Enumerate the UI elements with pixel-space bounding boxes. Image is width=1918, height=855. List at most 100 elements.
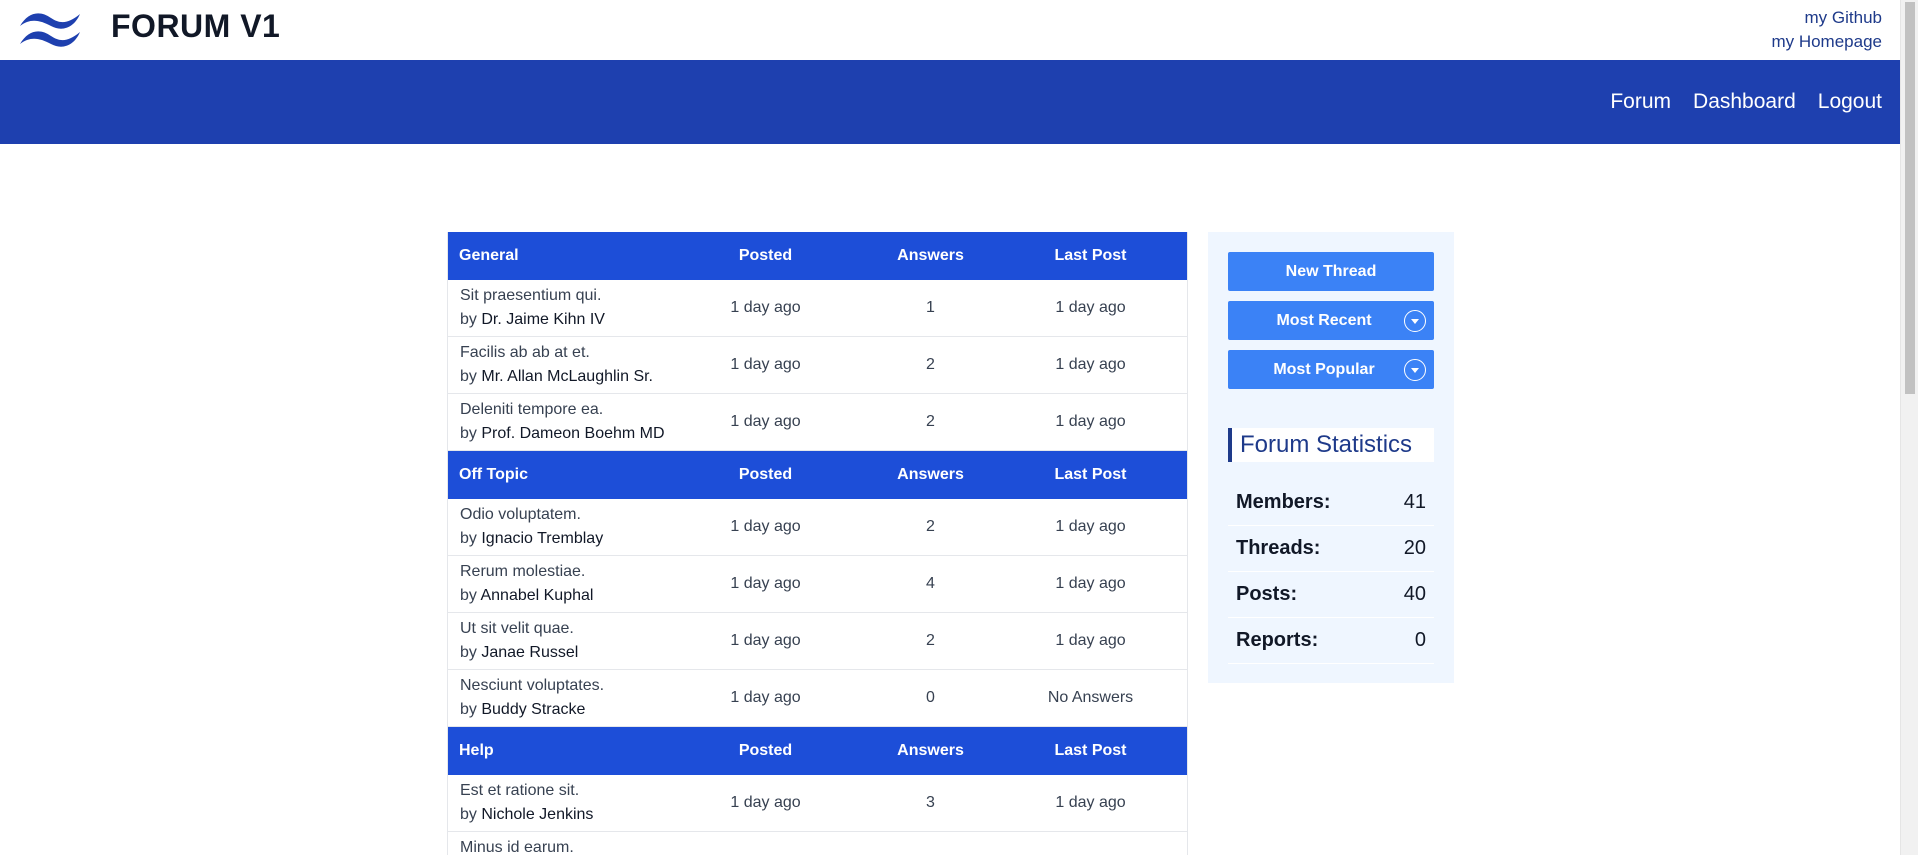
external-links: my Github my Homepage [1771,6,1882,54]
thread-author[interactable]: Nichole Jenkins [481,806,593,823]
thread-byline: by Nichole Jenkins [460,803,698,827]
stat-members: Members: 41 [1228,480,1434,526]
stat-reports: Reports: 0 [1228,618,1434,664]
thread-cell: Deleniti tempore ea. by Prof. Dameon Boe… [448,398,698,446]
thread-cell: Ut sit velit quae. by Janae Russel [448,617,698,665]
column-posted: Posted [738,247,793,264]
thread-author[interactable]: Annabel Kuphal [480,587,593,604]
thread-last-post: 1 day ago [1055,632,1126,649]
site-title[interactable]: FORUM V1 [111,8,280,45]
thread-last-post: 1 day ago [1055,518,1126,535]
thread-byline: by Prof. Dameon Boehm MD [460,422,698,446]
thread-answers: 1 [926,299,935,316]
main-navbar: Forum Dashboard Logout [0,60,1900,144]
thread-title[interactable]: Odio voluptatem. [460,503,698,527]
thread-cell: Facilis ab ab at et. by Mr. Allan McLaug… [448,341,698,389]
logo-icon[interactable] [18,6,84,50]
stat-posts: Posts: 40 [1228,572,1434,618]
thread-row[interactable]: Facilis ab ab at et. by Mr. Allan McLaug… [448,337,1187,394]
thread-row[interactable]: Sit praesentium qui. by Dr. Jaime Kihn I… [448,280,1187,337]
thread-posted: 1 day ago [730,794,801,811]
stat-value: 0 [1414,629,1426,651]
thread-last-post: 1 day ago [1055,575,1126,592]
column-posted: Posted [738,742,793,759]
category-name[interactable]: General [448,247,698,265]
thread-author[interactable]: Prof. Dameon Boehm MD [481,425,664,442]
thread-title[interactable]: Rerum molestiae. [460,560,698,584]
thread-byline: by Mr. Allan McLaughlin Sr. [460,365,698,389]
by-label: by [460,701,477,718]
most-recent-button[interactable]: Most Recent [1228,301,1434,340]
thread-cell: Sit praesentium qui. by Dr. Jaime Kihn I… [448,284,698,332]
thread-title[interactable]: Est et ratione sit. [460,779,698,803]
most-recent-label: Most Recent [1276,311,1372,329]
nav-logout[interactable]: Logout [1818,90,1882,114]
nav-menu: Forum Dashboard Logout [1610,60,1882,144]
by-label: by [460,311,477,328]
thread-posted: 1 day ago [730,413,801,430]
sidebar: New Thread Most Recent Most Popular Foru… [1208,232,1454,683]
thread-posted: 1 day ago [730,575,801,592]
thread-title[interactable]: Deleniti tempore ea. [460,398,698,422]
thread-row[interactable]: Nesciunt voluptates. by Buddy Stracke 1 … [448,670,1187,727]
thread-posted: 1 day ago [730,518,801,535]
thread-author[interactable]: Buddy Stracke [481,701,585,718]
github-link[interactable]: my Github [1771,6,1882,30]
thread-title[interactable]: Sit praesentium qui. [460,284,698,308]
thread-title[interactable]: Nesciunt voluptates. [460,674,698,698]
thread-cell: Odio voluptatem. by Ignacio Tremblay [448,503,698,551]
column-answers: Answers [897,466,964,483]
thread-author[interactable]: Mr. Allan McLaughlin Sr. [481,368,653,385]
column-answers: Answers [897,247,964,264]
nav-dashboard[interactable]: Dashboard [1693,90,1796,114]
stat-label: Reports: [1236,629,1319,651]
forum-table: General Posted Answers Last Post Sit pra… [447,232,1188,855]
thread-row[interactable]: Minus id earum. by [448,832,1187,855]
thread-last-post: 1 day ago [1055,356,1126,373]
thread-author[interactable]: Dr. Jaime Kihn IV [481,311,605,328]
thread-last-post: 1 day ago [1055,413,1126,430]
chevron-down-icon[interactable] [1404,310,1426,332]
homepage-link[interactable]: my Homepage [1771,30,1882,54]
thread-byline: by Janae Russel [460,641,698,665]
thread-cell: Est et ratione sit. by Nichole Jenkins [448,779,698,827]
thread-posted: 1 day ago [730,632,801,649]
thread-author[interactable]: Ignacio Tremblay [481,530,603,547]
chevron-down-icon[interactable] [1404,359,1426,381]
stat-value: 40 [1403,583,1426,605]
stat-label: Members: [1236,491,1331,513]
page-scrollbar[interactable] [1900,0,1918,855]
by-label: by [460,368,477,385]
column-posted: Posted [738,466,793,483]
thread-row[interactable]: Rerum molestiae. by Annabel Kuphal 1 day… [448,556,1187,613]
column-last-post: Last Post [1054,247,1127,264]
thread-row[interactable]: Est et ratione sit. by Nichole Jenkins 1… [448,775,1187,832]
thread-last-post: No Answers [1047,689,1134,706]
category-name[interactable]: Off Topic [448,466,698,484]
thread-answers: 0 [926,689,935,706]
nav-forum[interactable]: Forum [1610,90,1671,114]
scrollbar-thumb[interactable] [1905,2,1915,394]
new-thread-button[interactable]: New Thread [1228,252,1434,291]
forum-statistics-title: Forum Statistics [1228,428,1434,462]
thread-last-post: 1 day ago [1055,794,1126,811]
most-popular-label: Most Popular [1273,360,1375,378]
category-name[interactable]: Help [448,742,698,760]
thread-title[interactable]: Minus id earum. [460,836,698,855]
thread-posted: 1 day ago [730,299,801,316]
thread-last-post: 1 day ago [1055,299,1126,316]
by-label: by [460,806,477,823]
thread-title[interactable]: Facilis ab ab at et. [460,341,698,365]
thread-cell: Nesciunt voluptates. by Buddy Stracke [448,674,698,722]
most-popular-button[interactable]: Most Popular [1228,350,1434,389]
thread-row[interactable]: Deleniti tempore ea. by Prof. Dameon Boe… [448,394,1187,451]
thread-cell: Minus id earum. by [448,836,698,855]
thread-answers: 2 [926,356,935,373]
thread-row[interactable]: Odio voluptatem. by Ignacio Tremblay 1 d… [448,499,1187,556]
by-label: by [460,587,477,604]
stat-value: 41 [1403,491,1426,513]
thread-author[interactable]: Janae Russel [481,644,578,661]
thread-title[interactable]: Ut sit velit quae. [460,617,698,641]
thread-row[interactable]: Ut sit velit quae. by Janae Russel 1 day… [448,613,1187,670]
category-header-help: Help Posted Answers Last Post [448,727,1187,775]
